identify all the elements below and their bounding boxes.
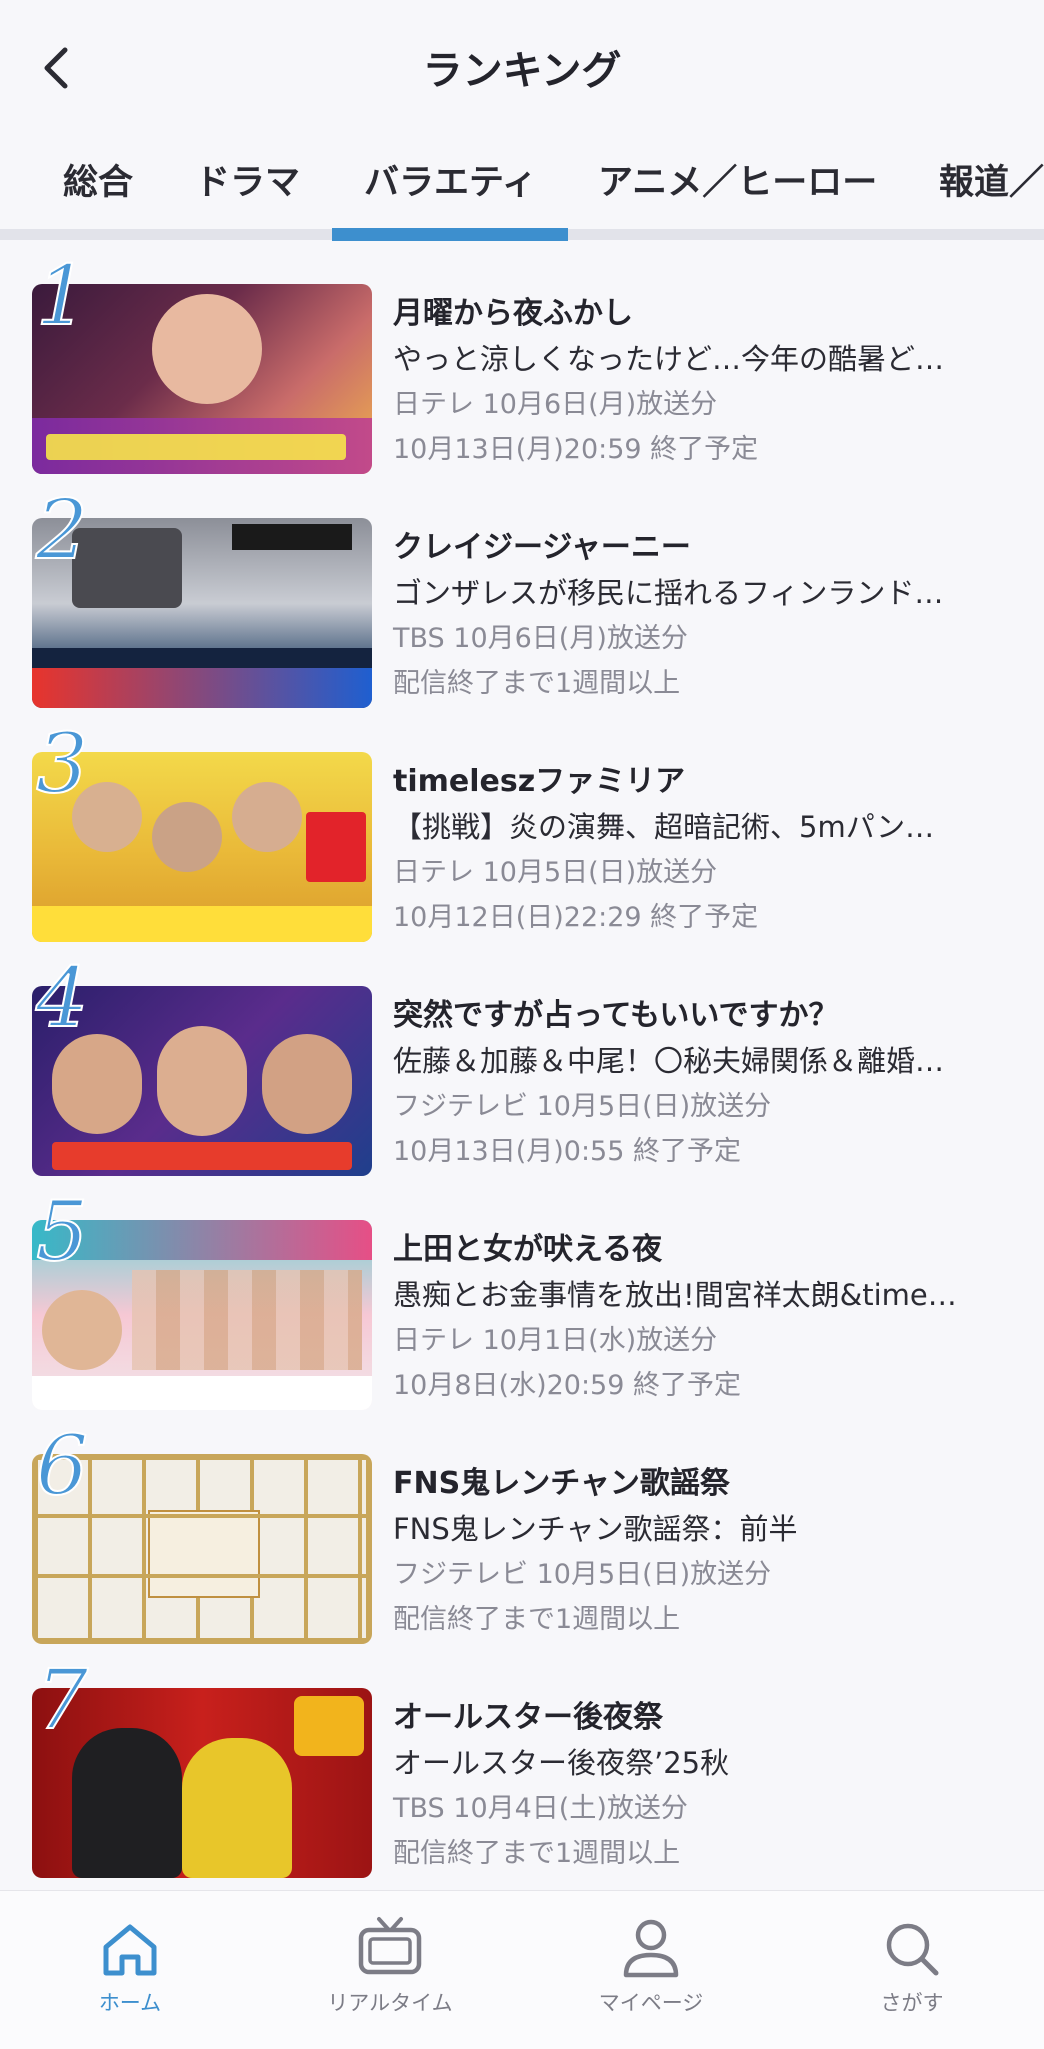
show-title: オールスター後夜祭 xyxy=(393,1700,663,1735)
tab-variety[interactable]: バラエティ xyxy=(364,154,537,205)
expiry-info: 配信終了まで1週間以上 xyxy=(393,1838,681,1869)
episode-title: 愚痴とお金事情を放出!間宮祥太朗&time… xyxy=(393,1278,957,1312)
person-icon xyxy=(623,1919,679,1978)
nav-realtime[interactable]: リアルタイム xyxy=(300,1909,480,2017)
bottom-nav: ホーム リアルタイム マイページ さがす xyxy=(0,1890,1044,2049)
show-title: FNS鬼レンチャン歌謡祭 xyxy=(393,1466,730,1501)
rank-number: 2 xyxy=(35,483,89,578)
tv-icon xyxy=(358,1917,422,1975)
nav-mypage[interactable]: マイページ xyxy=(561,1909,741,2017)
broadcast-info: フジテレビ 10月5日(日)放送分 xyxy=(393,1559,772,1590)
broadcast-info: TBS 10月6日(月)放送分 xyxy=(393,623,688,654)
broadcast-info: フジテレビ 10月5日(日)放送分 xyxy=(393,1091,772,1122)
rank-number: 6 xyxy=(35,1419,89,1514)
show-title: クレイジージャーニー xyxy=(393,530,691,565)
rank-number: 4 xyxy=(35,951,89,1046)
episode-title: FNS鬼レンチャン歌謡祭：前半 xyxy=(393,1512,798,1546)
list-item[interactable]: 2 クレイジージャーニー ゴンザレスが移民に揺れるフィンランド… TBS 10月… xyxy=(0,474,1044,708)
tab-anime-hero[interactable]: アニメ／ヒーロー xyxy=(598,154,877,205)
show-title: 上田と女が吠える夜 xyxy=(393,1232,663,1267)
expiry-info: 10月12日(日)22:29 終了予定 xyxy=(393,902,759,933)
expiry-info: 配信終了まで1週間以上 xyxy=(393,668,681,699)
top-bar: ランキング xyxy=(0,0,1044,130)
episode-title: 佐藤＆加藤＆中尾！〇秘夫婦関係＆離婚… xyxy=(393,1044,945,1078)
category-tabs: 総合 ドラマ バラエティ アニメ／ヒーロー 報道／ xyxy=(0,140,1044,240)
list-item[interactable]: 1 月曜から夜ふかし やっと涼しくなったけど…今年の酷暑ど… 日テレ 10月6日… xyxy=(0,240,1044,474)
nav-home-label: ホーム xyxy=(98,1991,162,2015)
list-item[interactable]: 3 timeleszファミリア 【挑戦】炎の演舞、超暗記術、5mパン… 日テレ … xyxy=(0,708,1044,942)
show-title: timeleszファミリア xyxy=(393,764,686,799)
episode-title: 【挑戦】炎の演舞、超暗記術、5mパン… xyxy=(393,810,935,844)
nav-realtime-label: リアルタイム xyxy=(327,1991,453,2015)
list-item[interactable]: 6 FNS鬼レンチャン歌謡祭 FNS鬼レンチャン歌謡祭：前半 フジテレビ 10月… xyxy=(0,1410,1044,1644)
nav-search[interactable]: さがす xyxy=(822,1909,1002,2017)
home-icon xyxy=(103,1924,157,1976)
page-title: ランキング xyxy=(422,48,622,94)
list-item[interactable]: 4 突然ですが占ってもいいですか？ 佐藤＆加藤＆中尾！〇秘夫婦関係＆離婚… フジ… xyxy=(0,942,1044,1176)
expiry-info: 10月13日(月)0:55 終了予定 xyxy=(393,1136,741,1167)
tab-news[interactable]: 報道／ xyxy=(939,154,1044,205)
tab-drama[interactable]: ドラマ xyxy=(195,154,300,205)
episode-title: ゴンザレスが移民に揺れるフィンランド… xyxy=(393,576,944,610)
expiry-info: 10月8日(水)20:59 終了予定 xyxy=(393,1370,741,1401)
nav-home[interactable]: ホーム xyxy=(40,1909,220,2017)
expiry-info: 10月13日(月)20:59 終了予定 xyxy=(393,434,759,465)
nav-search-label: さがす xyxy=(880,1991,944,2015)
expiry-info: 配信終了まで1週間以上 xyxy=(393,1604,681,1635)
search-icon xyxy=(886,1923,939,1976)
rank-number: 7 xyxy=(35,1653,89,1748)
episode-title: やっと涼しくなったけど…今年の酷暑ど… xyxy=(393,342,945,376)
broadcast-info: 日テレ 10月5日(日)放送分 xyxy=(393,857,718,888)
show-title: 突然ですが占ってもいいですか？ xyxy=(393,998,839,1033)
broadcast-info: 日テレ 10月6日(月)放送分 xyxy=(393,389,718,420)
show-title: 月曜から夜ふかし xyxy=(393,296,633,331)
list-item[interactable]: 7 オールスター後夜祭 オールスター後夜祭’25秋 TBS 10月4日(土)放送… xyxy=(0,1644,1044,1878)
list-item[interactable]: 5 上田と女が吠える夜 愚痴とお金事情を放出!間宮祥太朗&time… 日テレ 1… xyxy=(0,1176,1044,1410)
broadcast-info: 日テレ 10月1日(水)放送分 xyxy=(393,1325,718,1356)
rank-number: 3 xyxy=(35,717,89,812)
tab-sougou[interactable]: 総合 xyxy=(63,154,133,205)
rank-number: 1 xyxy=(35,249,89,344)
broadcast-info: TBS 10月4日(土)放送分 xyxy=(393,1793,688,1824)
nav-mypage-label: マイページ xyxy=(598,1991,704,2015)
rank-number: 5 xyxy=(35,1185,89,1280)
episode-title: オールスター後夜祭’25秋 xyxy=(393,1746,730,1780)
